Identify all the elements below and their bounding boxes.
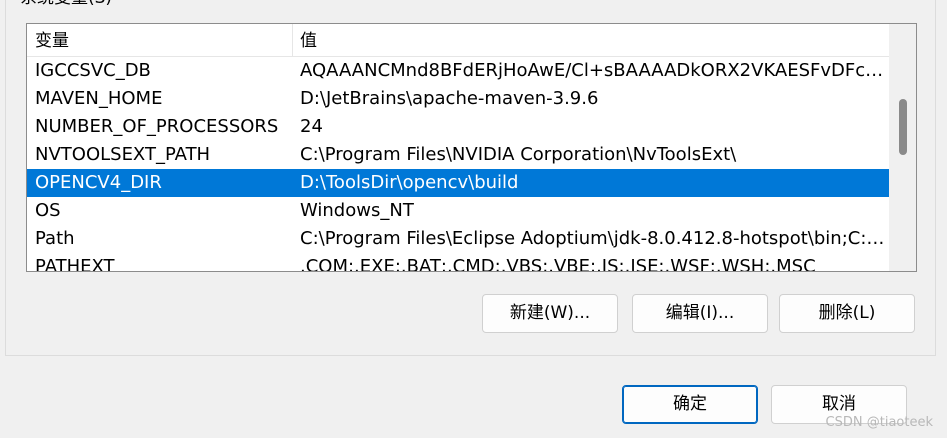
environment-variables-dialog: 系统变量(S) 变量 值 IGCCSVC_DB AQAAANCMnd8BFdERj…: [0, 0, 947, 438]
edit-button[interactable]: 编辑(I)...: [632, 294, 768, 333]
variable-value: C:\Program Files\NVIDIA Corporation\NvTo…: [300, 144, 737, 165]
variable-value: 24: [300, 116, 323, 137]
vertical-scrollbar[interactable]: [889, 24, 916, 271]
variable-value: Windows_NT: [300, 200, 414, 221]
list-item[interactable]: NUMBER_OF_PROCESSORS 24: [27, 113, 889, 141]
list-item[interactable]: NVTOOLSEXT_PATH C:\Program Files\NVIDIA C…: [27, 141, 889, 169]
scrollbar-thumb[interactable]: [899, 99, 907, 155]
variable-name: OPENCV4_DIR: [35, 172, 162, 193]
list-item[interactable]: Path C:\Program Files\Eclipse Adoptium\jd…: [27, 225, 889, 253]
delete-button[interactable]: 删除(L): [779, 294, 915, 333]
variable-value: D:\JetBrains\apache-maven-3.9.6: [300, 88, 599, 109]
column-divider[interactable]: [292, 24, 293, 57]
list-item[interactable]: OS Windows_NT: [27, 197, 889, 225]
column-header-value[interactable]: 值: [300, 24, 317, 56]
variable-name: NVTOOLSEXT_PATH: [35, 144, 211, 165]
variable-name: PATHEXT: [35, 256, 115, 272]
list-item[interactable]: PATHEXT .COM;.EXE;.BAT;.CMD;.VBS;.VBE;.JS…: [27, 253, 889, 272]
variable-name: NUMBER_OF_PROCESSORS: [35, 116, 279, 137]
variable-value: D:\ToolsDir\opencv\build: [300, 172, 519, 193]
system-variables-list[interactable]: 变量 值 IGCCSVC_DB AQAAANCMnd8BFdERjHoAwE/Cl…: [26, 23, 917, 272]
column-header-variable[interactable]: 变量: [35, 24, 69, 56]
variable-value: AQAAANCMnd8BFdERjHoAwE/Cl+sBAAAADkORX2VK…: [300, 60, 885, 81]
variable-name: IGCCSVC_DB: [35, 60, 151, 81]
system-variables-group: 系统变量(S) 变量 值 IGCCSVC_DB AQAAANCMnd8BFdERj…: [5, 0, 936, 356]
list-header: 变量 值: [27, 24, 889, 57]
variable-value: .COM;.EXE;.BAT;.CMD;.VBS;.VBE;.JS;.JSE;.…: [300, 256, 816, 272]
variable-value: C:\Program Files\Eclipse Adoptium\jdk-8.…: [300, 228, 885, 249]
new-button[interactable]: 新建(W)...: [482, 294, 618, 333]
variable-name: OS: [35, 200, 61, 221]
variable-name: Path: [35, 228, 75, 249]
list-item-selected[interactable]: OPENCV4_DIR D:\ToolsDir\opencv\build: [27, 169, 889, 197]
list-item[interactable]: IGCCSVC_DB AQAAANCMnd8BFdERjHoAwE/Cl+sBAA…: [27, 57, 889, 85]
ok-button[interactable]: 确定: [622, 385, 758, 424]
variable-name: MAVEN_HOME: [35, 88, 163, 109]
list-item[interactable]: MAVEN_HOME D:\JetBrains\apache-maven-3.9.…: [27, 85, 889, 113]
watermark: CSDN @tiaoteek: [825, 415, 933, 430]
group-title: 系统变量(S): [20, 0, 112, 8]
list-rows: IGCCSVC_DB AQAAANCMnd8BFdERjHoAwE/Cl+sBAA…: [27, 57, 889, 272]
